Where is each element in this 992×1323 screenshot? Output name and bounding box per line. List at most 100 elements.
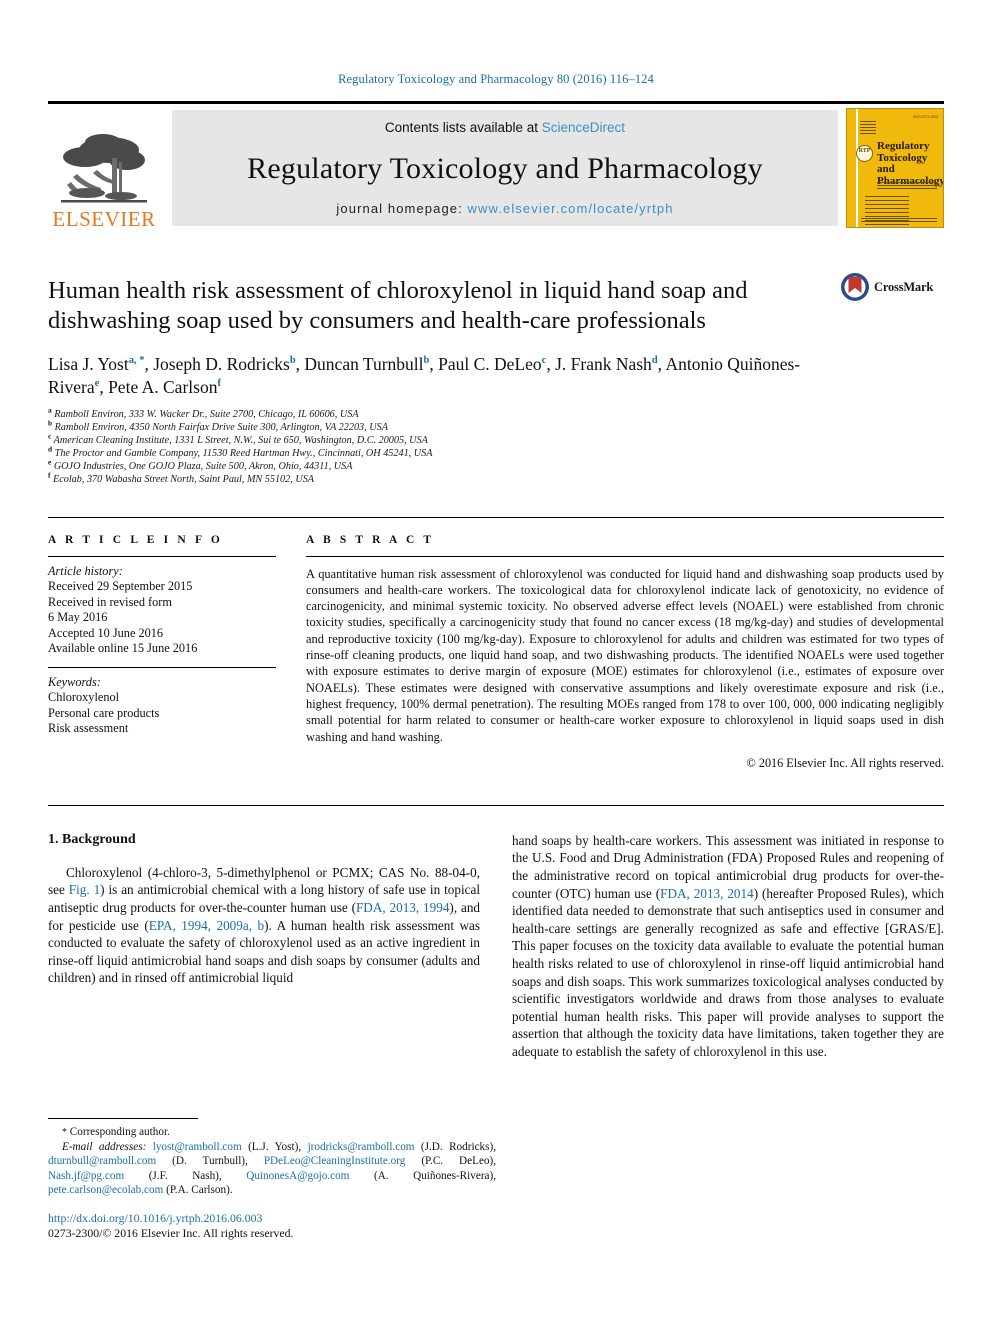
journal-masthead: ELSEVIER Contents lists available at Sci… — [48, 101, 944, 232]
author-item: Lisa J. Yosta, * — [48, 354, 144, 374]
journal-homepage-label: journal homepage: — [336, 201, 463, 216]
cover-spine — [856, 109, 858, 227]
affiliation-item: b Ramboll Environ, 4350 North Fairfax Dr… — [48, 420, 824, 434]
affiliation-text: Ecolab, 370 Wabasha Street North, Saint … — [53, 474, 315, 486]
cover-publisher-mark-icon — [860, 120, 876, 134]
email-link[interactable]: Nash.jf@pg.com — [48, 1170, 124, 1182]
email-link[interactable]: jrodricks@ramboll.com — [308, 1141, 415, 1153]
contents-prefix: Contents lists available at — [384, 120, 539, 135]
body-right-column: hand soaps by health-care workers. This … — [512, 832, 944, 1061]
author-item: Pete A. Carlsonf — [108, 377, 221, 397]
affiliation-item: a Ramboll Environ, 333 W. Wacker Dr., Su… — [48, 405, 824, 421]
author-name: Paul C. DeLeo — [438, 354, 542, 374]
email-person: (L.J. Yost) — [248, 1141, 299, 1154]
affiliation-text: GOJO Industries, One GOJO Plaza, Suite 5… — [53, 461, 353, 473]
affiliation-mark: e — [48, 457, 52, 467]
email-person: (D. Turnbull) — [172, 1155, 246, 1168]
citation-link-fig1[interactable]: Fig. 1 — [69, 882, 100, 897]
journal-title: Regulatory Toxicology and Pharmacology — [247, 151, 763, 185]
affiliation-item: f Ecolab, 370 Wabasha Street North, Sain… — [48, 471, 824, 486]
article-info-heading: A R T I C L E I N F O — [48, 533, 223, 546]
contents-available-line: Contents lists available at ScienceDirec… — [385, 120, 625, 135]
affiliation-item: e GOJO Industries, One GOJO Plaza, Suite… — [48, 457, 824, 473]
journal-homepage-line: journal homepage: www.elsevier.com/locat… — [336, 201, 673, 216]
keywords-label: Keywords: — [48, 674, 101, 689]
affiliation-text: Ramboll Environ, 333 W. Wacker Dr., Suit… — [54, 409, 359, 420]
issn-copyright-line: 0273-2300/© 2016 Elsevier Inc. All right… — [48, 1226, 294, 1241]
abstract-column: A B S T R A C T A quantitative human ris… — [306, 534, 944, 771]
affiliation-mark: f — [48, 471, 51, 481]
email-link[interactable]: lyost@ramboll.com — [153, 1141, 242, 1153]
keywords-group: Keywords: Chloroxylenol Personal care pr… — [48, 668, 276, 747]
cover-badge: RTP — [856, 145, 873, 162]
history-item: Received in revised form — [48, 594, 172, 609]
running-head: Regulatory Toxicology and Pharmacology 8… — [338, 72, 654, 86]
journal-cover-thumbnail[interactable]: ISSN 0273-2300 RTP Regulatory Toxicology… — [846, 108, 944, 228]
body-paragraph-right: hand soaps by health-care workers. This … — [512, 832, 944, 1061]
author-marks: e — [94, 378, 100, 390]
article-title: Human health risk assessment of chloroxy… — [48, 277, 748, 334]
crossmark-badge[interactable]: CrossMark — [840, 272, 944, 302]
crossmark-label: CrossMark — [874, 279, 934, 294]
journal-homepage-url[interactable]: www.elsevier.com/locate/yrtph — [468, 201, 674, 216]
affiliation-item: d The Proctor and Gamble Company, 11530 … — [48, 444, 824, 460]
author-marks: b — [289, 355, 296, 367]
doi-link[interactable]: http://dx.doi.org/10.1016/j.yrtph.2016.0… — [48, 1211, 496, 1226]
affiliation-mark: c — [48, 431, 52, 441]
body-columns: 1. Background Chloroxylenol (4-chloro-3,… — [48, 804, 944, 1061]
affiliation-mark: a — [48, 405, 52, 415]
author-name: Duncan Turnbull — [304, 354, 424, 374]
cover-header-text: ISSN 0273-2300 — [912, 115, 938, 119]
cover-contents-lines — [865, 195, 909, 227]
author-name: Pete A. Carlson — [108, 377, 218, 397]
email-person: (J.F. Nash) — [148, 1169, 219, 1182]
affiliation-item: c American Cleaning Institute, 1331 L St… — [48, 431, 824, 447]
author-item: Paul C. DeLeoc — [438, 354, 546, 374]
crossmark-icon — [841, 273, 869, 301]
info-abstract-section: A R T I C L E I N F O Article history: R… — [48, 516, 944, 771]
citation-link-fda[interactable]: FDA, 2013, 1994 — [356, 900, 449, 915]
history-item: Accepted 10 June 2016 — [48, 625, 164, 640]
footnote-rule — [48, 1118, 198, 1119]
email-addresses-note: E-mail addresses: lyost@ramboll.com (L.J… — [48, 1141, 497, 1196]
title-block: Human health risk assessment of chloroxy… — [48, 273, 944, 487]
email-link[interactable]: pete.carlson@ecolab.com — [48, 1184, 163, 1196]
affiliation-list: a Ramboll Environ, 333 W. Wacker Dr., Su… — [48, 405, 824, 487]
author-marks: c — [541, 355, 547, 367]
email-person: (J.D. Rodricks) — [420, 1141, 494, 1154]
email-link[interactable]: QuinonesA@gojo.com — [246, 1170, 349, 1182]
author-item: Joseph D. Rodricksb — [153, 354, 295, 374]
affiliation-mark: d — [48, 444, 53, 454]
author-name: Joseph D. Rodricks — [153, 354, 290, 374]
elsevier-wordmark: ELSEVIER — [52, 207, 156, 231]
history-item: 6 May 2016 — [48, 610, 108, 625]
cover-subtitle-lines — [877, 181, 937, 189]
email-link[interactable]: PDeLeo@CleaningInstitute.org — [264, 1155, 406, 1167]
article-history-group: Article history: Received 29 September 2… — [48, 557, 276, 667]
author-name: Lisa J. Yost — [48, 354, 129, 374]
author-list: Lisa J. Yosta, *, Joseph D. Rodricksb, D… — [48, 354, 801, 397]
article-info-column: A R T I C L E I N F O Article history: R… — [48, 534, 276, 771]
keyword-item: Chloroxylenol — [48, 690, 120, 705]
body-left-column: 1. Background Chloroxylenol (4-chloro-3,… — [48, 832, 480, 1061]
affiliation-text: American Cleaning Institute, 1331 L Stre… — [53, 435, 428, 447]
email-link[interactable]: dturnbull@ramboll.com — [48, 1155, 156, 1167]
author-marks: b — [423, 355, 430, 367]
author-marks: d — [651, 355, 658, 367]
affiliation-text: Ramboll Environ, 4350 North Fairfax Driv… — [54, 422, 388, 434]
keyword-item: Risk assessment — [48, 721, 129, 736]
elsevier-logo: ELSEVIER — [48, 104, 160, 232]
author-item: J. Frank Nashd — [555, 354, 658, 374]
citation-link-fda-2[interactable]: FDA, 2013, 2014 — [660, 886, 754, 901]
footnote-block: * Corresponding author. E-mail addresses… — [48, 1118, 496, 1241]
para-text: ) (hereafter Proposed Rules), which iden… — [512, 885, 944, 1059]
author-item: Duncan Turnbullb — [304, 354, 429, 374]
corresponding-author-note: * Corresponding author. — [48, 1125, 496, 1140]
corresponding-author-label: Corresponding author. — [69, 1126, 170, 1138]
history-item: Available online 15 June 2016 — [48, 641, 198, 656]
sciencedirect-link[interactable]: ScienceDirect — [542, 120, 625, 135]
email-person: (P.C. DeLeo) — [421, 1155, 494, 1168]
email-person: (P.A. Carlson) — [166, 1183, 230, 1196]
section-heading-background: 1. Background — [48, 831, 136, 847]
citation-link-epa[interactable]: EPA, 1994, 2009a, b — [149, 918, 264, 933]
